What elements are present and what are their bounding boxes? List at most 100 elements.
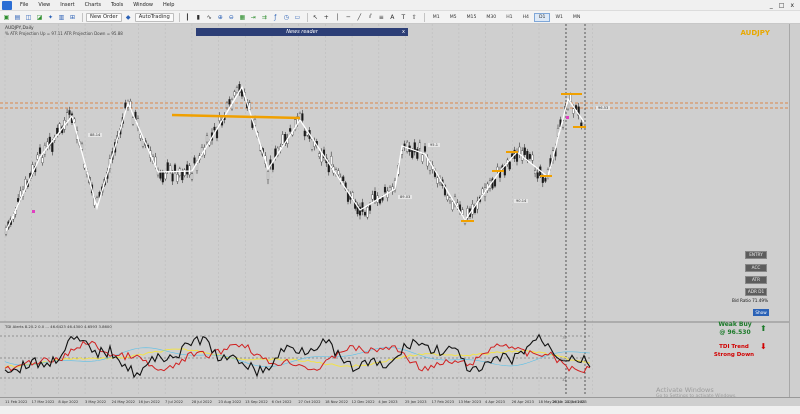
meta-editor-icon[interactable]: ◆ — [124, 13, 133, 22]
equidistant-channel-icon[interactable]: ⫽ — [366, 13, 375, 22]
candle-body — [169, 165, 172, 172]
price-chart[interactable] — [0, 24, 789, 397]
zoom-out-icon[interactable]: ⊖ — [227, 13, 236, 22]
candle-body — [534, 170, 537, 174]
adr-d1-button[interactable]: ADR D1 — [745, 288, 767, 296]
candle-body — [36, 154, 39, 160]
show-button[interactable]: Show — [753, 309, 769, 316]
horizontal-line-icon[interactable]: ─ — [344, 13, 353, 22]
candle-body — [381, 197, 384, 201]
bar-chart-icon[interactable]: ┃ — [183, 13, 192, 22]
candle-body — [233, 91, 236, 96]
cursor-icon[interactable]: ↖ — [311, 13, 320, 22]
crosshair-icon[interactable]: + — [322, 13, 331, 22]
atr-button[interactable]: ATR — [745, 276, 767, 284]
indicator-level-32: 32 — [562, 378, 567, 382]
price-tag: 88.14 — [88, 133, 103, 137]
new-order-button[interactable]: New Order — [86, 12, 122, 22]
timeframe-h1[interactable]: H1 — [501, 13, 517, 22]
chart-window[interactable]: AUDJPY,Daily % ATR Projection Up = 97.11… — [0, 24, 800, 399]
chart-shift-icon[interactable]: ⇥ — [249, 13, 258, 22]
candle-body — [330, 155, 333, 165]
candle-body — [536, 172, 539, 179]
timeframe-m30[interactable]: M30 — [481, 13, 501, 22]
time-axis-label: 4 Jan 2023 — [378, 400, 398, 404]
zoom-in-icon[interactable]: ⊕ — [216, 13, 225, 22]
candle-body — [205, 135, 209, 143]
timeframe-m15[interactable]: M15 — [462, 13, 482, 22]
minimize-button[interactable]: _ — [770, 2, 773, 9]
indicators-icon[interactable]: ƒ — [271, 13, 280, 22]
entry-button[interactable]: ENTRY — [745, 251, 767, 259]
market-watch-icon[interactable]: ◫ — [24, 13, 33, 22]
navigator-icon[interactable]: ✦ — [46, 13, 55, 22]
timeframe-d1[interactable]: D1 — [533, 12, 551, 22]
menu-tools[interactable]: Tools — [106, 2, 128, 8]
time-axis-label: 13 Mar 2023 — [458, 400, 482, 404]
tdi-trend-signal: TDI Trend Strong Down — [710, 343, 758, 359]
periods-icon[interactable]: ◷ — [282, 13, 291, 22]
candle-body — [228, 99, 231, 105]
menu-view[interactable]: View — [33, 2, 55, 8]
candle-body — [131, 117, 135, 125]
price-scale[interactable] — [789, 24, 800, 397]
line-chart-icon[interactable]: ∿ — [205, 13, 214, 22]
candle-body — [503, 166, 506, 176]
news-close-button[interactable]: x — [402, 28, 405, 36]
timeframe-m5[interactable]: M5 — [445, 13, 462, 22]
candle-body — [176, 174, 179, 182]
label-tool-icon[interactable]: T — [399, 13, 408, 22]
autoscroll-icon[interactable]: ⇉ — [260, 13, 269, 22]
candle-body — [523, 147, 526, 155]
tdi-trend-text: TDI Trend — [719, 344, 749, 350]
timeframe-m1[interactable]: M1 — [428, 13, 445, 22]
candle-body — [41, 157, 44, 164]
acc-button[interactable]: ACC — [745, 264, 767, 272]
candle-body — [38, 147, 42, 154]
time-axis-label: 4 Apr 2023 — [485, 400, 505, 404]
data-window-icon[interactable]: ◪ — [35, 13, 44, 22]
candle-body — [318, 153, 321, 157]
arrows-tool-icon[interactable]: ⇧ — [410, 13, 419, 22]
trendline-icon[interactable]: ╱ — [355, 13, 364, 22]
tile-windows-icon[interactable]: ▦ — [238, 13, 247, 22]
menu-file[interactable]: File — [15, 2, 33, 8]
strategy-tester-icon[interactable]: ⊞ — [68, 13, 77, 22]
menu-help[interactable]: Help — [158, 2, 179, 8]
candle-body — [528, 153, 531, 159]
terminal-window: File View Insert Charts Tools Window Hel… — [0, 0, 800, 414]
terminal-icon[interactable]: ▥ — [57, 13, 66, 22]
close-button[interactable]: x — [790, 2, 794, 9]
text-tool-icon[interactable]: A — [388, 13, 397, 22]
timeframe-mn[interactable]: MN — [568, 13, 585, 22]
price-tag: 96.53 — [596, 106, 611, 110]
candle-body — [51, 142, 54, 152]
time-axis-label: 11 Feb 2022 — [5, 400, 28, 404]
candle-body — [446, 195, 449, 201]
weak-buy-signal: Weak Buy @ 96.530 — [716, 321, 754, 337]
timeframe-w1[interactable]: W1 — [550, 13, 567, 22]
candle-body — [301, 113, 304, 121]
timeframe-h4[interactable]: H4 — [518, 13, 534, 22]
candle-body — [213, 126, 216, 131]
candle-body — [289, 128, 292, 132]
news-reader-bar[interactable]: News reader x — [196, 28, 408, 36]
maximize-button[interactable]: □ — [779, 2, 785, 9]
fibonacci-icon[interactable]: ≡ — [377, 13, 386, 22]
menu-window[interactable]: Window — [128, 2, 158, 8]
candle-body — [418, 142, 421, 149]
candlestick-icon[interactable]: ▮ — [194, 13, 203, 22]
candle-body — [225, 102, 229, 108]
time-axis: 11 Feb 2022 17 Mar 2022 8 Apr 2022 3 May 20… — [0, 397, 800, 406]
vertical-line-icon[interactable]: │ — [333, 13, 342, 22]
new-chart-icon[interactable]: ▣ — [2, 13, 11, 22]
menu-insert[interactable]: Insert — [55, 2, 79, 8]
candle-body — [388, 187, 392, 192]
profiles-icon[interactable]: ▤ — [13, 13, 22, 22]
candle-body — [337, 170, 340, 175]
menu-charts[interactable]: Charts — [80, 2, 106, 8]
app-logo-icon — [2, 0, 12, 10]
signal-line — [4, 340, 591, 374]
templates-icon[interactable]: ▭ — [293, 13, 302, 22]
autotrading-button[interactable]: AutoTrading — [134, 12, 174, 22]
